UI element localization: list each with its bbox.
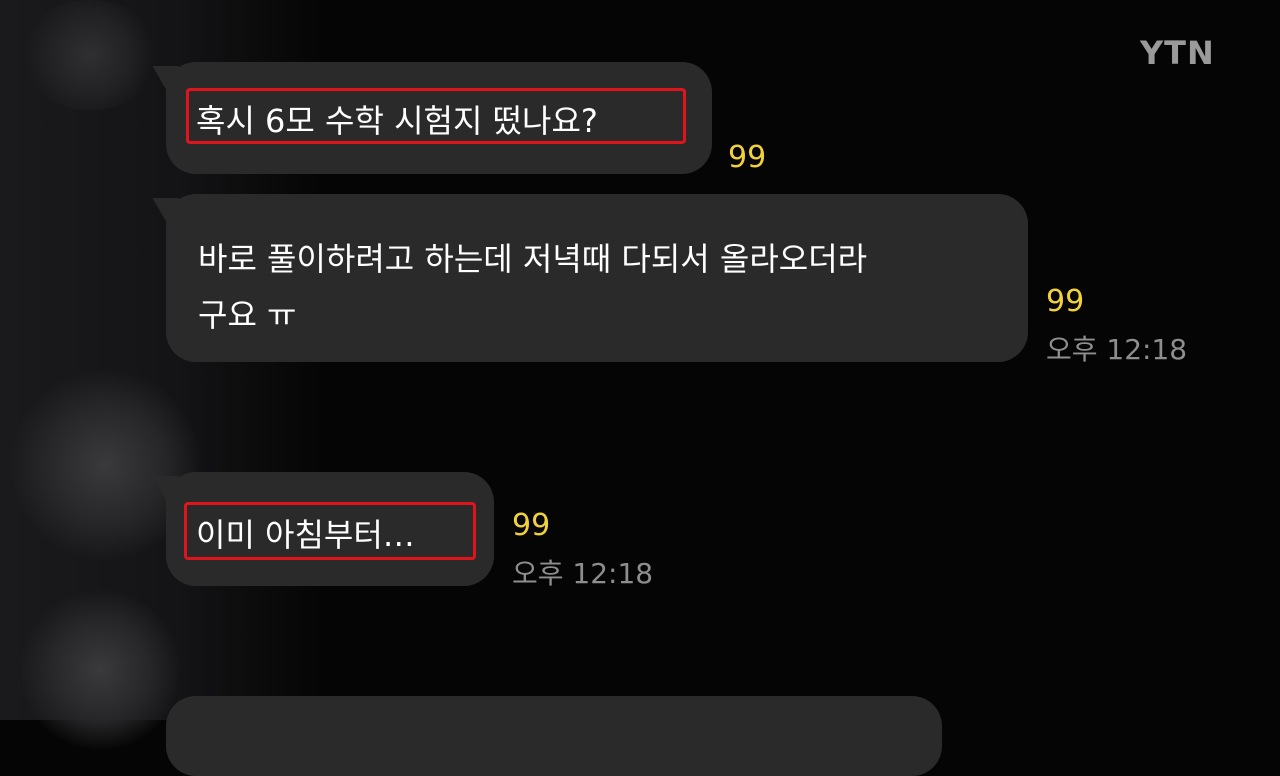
unread-count: 99: [728, 140, 767, 175]
unread-count: 99: [512, 508, 551, 543]
unread-count: 99: [1046, 284, 1085, 319]
ytn-logo: YTN: [1140, 34, 1215, 72]
message-text-line-1: 바로 풀이하려고 하는데 저녁때 다되서 올라오더라: [198, 240, 868, 278]
blurred-avatar: [20, 590, 180, 750]
chat-bubble-partial[interactable]: [166, 696, 942, 776]
chat-bubble-1[interactable]: 혹시 6모 수학 시험지 떴나요?: [166, 62, 712, 174]
chat-bubble-2[interactable]: 바로 풀이하려고 하는데 저녁때 다되서 올라오더라 구요 ㅠ: [166, 194, 1028, 362]
blurred-avatar: [20, 0, 160, 110]
message-text: 이미 아침부터…: [196, 516, 415, 554]
chat-bubble-3[interactable]: 이미 아침부터…: [166, 472, 494, 586]
message-timestamp: 오후 12:18: [1046, 333, 1188, 366]
message-text: 혹시 6모 수학 시험지 떴나요?: [196, 102, 598, 140]
message-timestamp: 오후 12:18: [512, 557, 654, 590]
message-text-line-2: 구요 ㅠ: [198, 296, 297, 334]
